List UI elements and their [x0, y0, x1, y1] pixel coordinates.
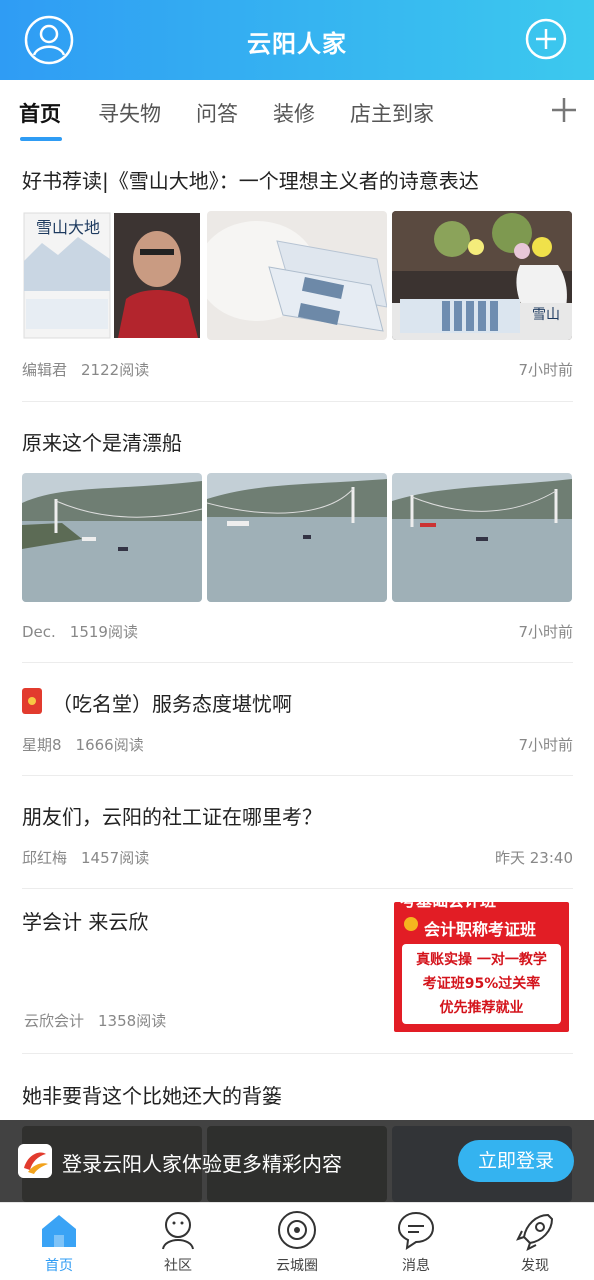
article-title: 她非要背这个比她还大的背篓	[22, 1084, 282, 1108]
author-name: 邱红梅	[22, 849, 68, 867]
article-meta: 云欣会计 1358阅读	[24, 1010, 166, 1031]
author-name: 星期8	[22, 736, 62, 754]
article-meta: Dec. 1519阅读	[22, 621, 138, 642]
article-image: 雪山大地	[22, 211, 202, 340]
post-time: 7小时前	[518, 361, 573, 379]
ad-line: 考基础会计班	[400, 902, 563, 912]
svg-text:雪山大地: 雪山大地	[36, 218, 100, 237]
nav-home[interactable]: 首页	[14, 1209, 104, 1275]
read-count: 1358阅读	[98, 1012, 167, 1030]
app-title: 云阳人家	[247, 30, 347, 58]
article-image	[207, 473, 387, 602]
article-title: （吃名堂）服务态度堪忧啊	[52, 692, 292, 716]
ad-line: 优先推荐就业	[439, 1000, 524, 1016]
read-count: 1457阅读	[81, 849, 150, 867]
read-count: 1666阅读	[75, 736, 144, 754]
article-image	[207, 211, 387, 340]
article-image: 雪山	[392, 211, 572, 340]
home-icon	[42, 1215, 76, 1247]
bottom-nav: 首页 社区 云城圈 消息 发现	[0, 1202, 594, 1280]
nav-label: 发现	[521, 1258, 549, 1274]
article-meta: 星期8 1666阅读	[22, 734, 144, 755]
author-name: Dec.	[22, 623, 56, 641]
article-title: 朋友们，云阳的社工证在哪里考？	[22, 805, 322, 829]
divider	[22, 775, 573, 776]
nav-label: 云城圈	[276, 1258, 318, 1274]
login-prompt-text: 登录云阳人家体验更多精彩内容	[62, 1152, 342, 1176]
plus-circle-icon[interactable]	[525, 18, 567, 60]
author-name: 编辑君	[22, 361, 68, 379]
nav-label: 社区	[164, 1258, 192, 1274]
nav-label: 消息	[402, 1258, 430, 1274]
article-title: 原来这个是清漂船	[22, 431, 182, 455]
nav-messages[interactable]: 消息	[371, 1209, 461, 1275]
feed-item[interactable]: 原来这个是清漂船 Dec. 1519阅读 7小时前	[22, 427, 573, 647]
add-tab-icon[interactable]	[550, 96, 578, 124]
red-envelope-icon	[22, 688, 42, 714]
community-icon	[162, 1212, 194, 1250]
feed-item[interactable]: 学会计 来云欣 云欣会计1358阅读 考基础会计班 会计职称考证班 真账实操 一…	[22, 902, 573, 1036]
circle-icon	[278, 1211, 316, 1249]
feed-item[interactable]: （吃名堂）服务态度堪忧啊 星期8 1666阅读 7小时前	[22, 688, 573, 758]
divider	[22, 401, 573, 402]
app-logo-icon	[18, 1144, 52, 1178]
svg-text:雪山: 雪山	[532, 307, 560, 323]
tab-home[interactable]: 首页	[19, 98, 61, 128]
ad-line: 考证班95%过关率	[422, 976, 541, 992]
article-title: 好书荐读|《雪山大地》：一个理想主义者的诗意表达	[22, 169, 479, 193]
nav-discover[interactable]: 发现	[490, 1209, 580, 1275]
article-image	[392, 473, 572, 602]
divider	[22, 662, 573, 663]
category-tabs: 首页 寻失物 问答 装修 店主到家	[0, 80, 594, 144]
ad-line: 真账实操 一对一教学	[416, 952, 547, 968]
read-count: 2122阅读	[81, 361, 150, 379]
rocket-icon	[516, 1213, 554, 1251]
tab-shop-delivery[interactable]: 店主到家	[350, 98, 434, 128]
article-meta: 邱红梅 1457阅读	[22, 847, 149, 868]
active-tab-indicator	[20, 137, 62, 141]
login-button[interactable]: 立即登录	[458, 1140, 574, 1182]
app-header: 云阳人家	[0, 0, 594, 80]
tab-lost-found[interactable]: 寻失物	[98, 98, 161, 128]
post-time: 昨天 23:40	[495, 849, 573, 867]
feed-item[interactable]: 她非要背这个比她还大的背篓	[22, 1080, 573, 1120]
ad-line: 会计职称考证班	[424, 920, 537, 939]
divider	[22, 1053, 573, 1054]
nav-label: 首页	[45, 1258, 73, 1274]
article-meta: 编辑君 2122阅读	[22, 359, 149, 380]
check-icon	[404, 917, 418, 931]
tab-decoration[interactable]: 装修	[273, 98, 315, 128]
login-prompt-bar: 登录云阳人家体验更多精彩内容 立即登录	[0, 1120, 594, 1202]
feed-item[interactable]: 好书荐读|《雪山大地》：一个理想主义者的诗意表达 雪山大地 雪山 编辑君 2122…	[22, 165, 573, 385]
post-time: 7小时前	[518, 736, 573, 754]
feed-item[interactable]: 朋友们，云阳的社工证在哪里考？ 邱红梅 1457阅读 昨天 23:40	[22, 801, 573, 871]
read-count: 1519阅读	[69, 623, 138, 641]
ad-panel: 真账实操 一对一教学 考证班95%过关率 优先推荐就业	[402, 944, 561, 1024]
article-image	[22, 473, 202, 602]
ad-image: 考基础会计班 会计职称考证班 真账实操 一对一教学 考证班95%过关率 优先推荐…	[394, 902, 569, 1032]
nav-cloud-circle[interactable]: 云城圈	[252, 1209, 342, 1275]
message-icon	[397, 1211, 435, 1251]
author-name: 云欣会计	[24, 1012, 85, 1030]
nav-community[interactable]: 社区	[133, 1209, 223, 1275]
post-time: 7小时前	[518, 623, 573, 641]
tab-qa[interactable]: 问答	[196, 98, 238, 128]
divider	[22, 888, 573, 889]
